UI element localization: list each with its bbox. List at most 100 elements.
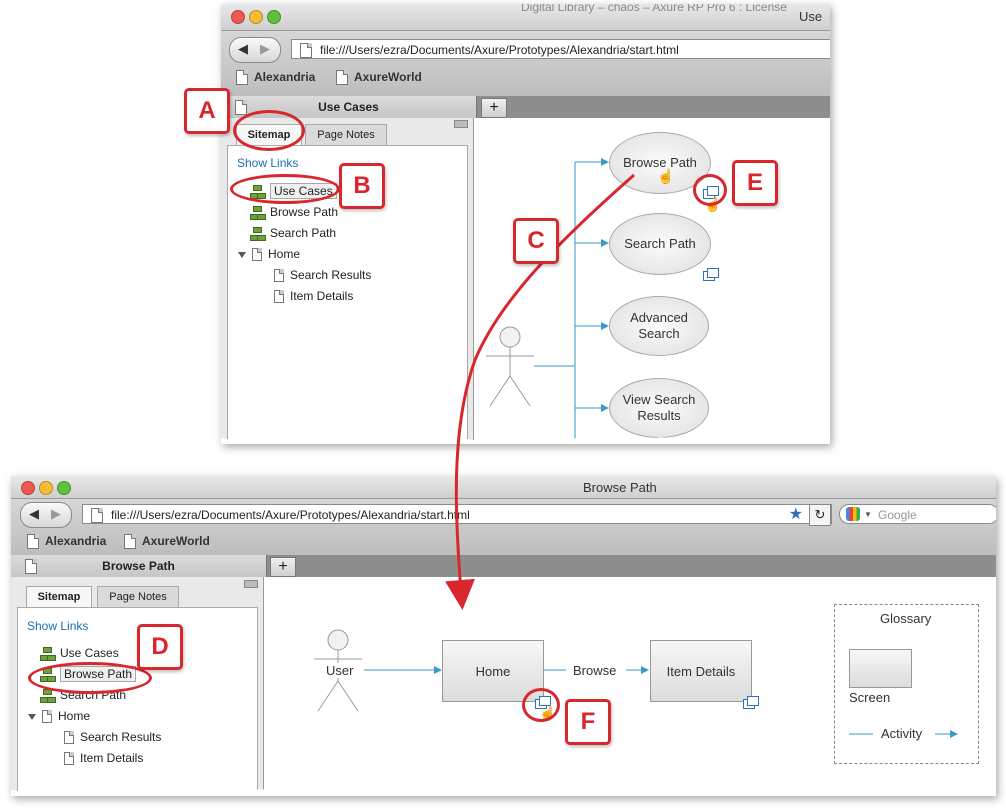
highlight-ring-browse-path-icon [693, 174, 727, 206]
sitemap-item-label: Home [268, 247, 301, 261]
tab-label: Use Cases [318, 100, 379, 114]
tab-page-notes[interactable]: Page Notes [305, 124, 387, 145]
open-in-new-window-icon[interactable] [703, 268, 719, 281]
sitemap-item-item-details[interactable]: Item Details [274, 289, 353, 304]
sitemap-item-search-results[interactable]: Search Results [64, 730, 162, 745]
bookmark-label: AxureWorld [354, 70, 422, 84]
bookmark-page-icon [336, 70, 348, 86]
flow-page-icon [250, 205, 266, 220]
back-forward-buttons[interactable]: ◀ ▶ [229, 37, 281, 63]
page-icon [91, 508, 103, 523]
tab-sitemap[interactable]: Sitemap [26, 586, 92, 607]
sitemap-item-search-results[interactable]: Search Results [274, 268, 371, 283]
hand-cursor-icon: ☝ [657, 168, 675, 184]
flow-page-icon [40, 688, 56, 703]
panel-collapse-handle[interactable] [454, 120, 468, 128]
window-title-fragment: Digital Library – chaos – Axure RP Pro 6… [521, 4, 787, 14]
minimize-window-button[interactable] [249, 10, 263, 24]
tab-browse-path[interactable]: Browse Path [11, 555, 267, 577]
panel-collapse-handle[interactable] [244, 580, 258, 588]
torn-edge [221, 434, 830, 444]
highlight-ring-use-cases [230, 174, 340, 204]
forward-arrow-icon[interactable]: ▶ [51, 506, 61, 522]
back-arrow-icon[interactable]: ◀ [238, 41, 248, 57]
google-g-icon [846, 507, 860, 521]
back-arrow-icon[interactable]: ◀ [29, 506, 39, 522]
search-field[interactable]: ▼ Google [839, 504, 996, 524]
page-icon [274, 269, 284, 283]
bookmark-alexandria[interactable]: Alexandria [27, 534, 106, 550]
sitemap-item-label: Search Results [80, 730, 162, 744]
expand-triangle-icon[interactable] [238, 251, 246, 258]
tab-strip: Use Cases + [221, 96, 830, 118]
page-diagram-canvas: User Home Browse Item Details ☝ Glossary… [264, 577, 996, 796]
sitemap-item-item-details[interactable]: Item Details [64, 751, 144, 766]
zoom-window-button[interactable] [57, 481, 71, 495]
actor-user-label: User [326, 663, 354, 678]
back-forward-buttons[interactable]: ◀ ▶ [20, 502, 72, 528]
sitemap-item-home[interactable]: Home [28, 709, 91, 724]
sitemap-item-home[interactable]: Home [238, 247, 301, 262]
sitemap-item-label: Home [58, 709, 91, 723]
search-dropdown-icon[interactable]: ▼ [864, 505, 872, 523]
browser-toolbar: ◀ ▶ file:///Users/ezra/Documents/Axure/P… [11, 499, 996, 555]
expand-triangle-icon[interactable] [28, 713, 36, 720]
bookmark-alexandria[interactable]: Alexandria [236, 70, 316, 86]
sitemap-item-label: Item Details [80, 751, 144, 765]
forward-arrow-icon[interactable]: ▶ [260, 41, 270, 57]
sitemap-item-label: Use Cases [60, 646, 119, 660]
page-icon [64, 731, 74, 745]
close-window-button[interactable] [231, 10, 245, 24]
tab-page-notes[interactable]: Page Notes [97, 586, 179, 607]
sitemap-item-browse-path[interactable]: Browse Path [250, 205, 338, 220]
url-text: file:///Users/ezra/Documents/Axure/Proto… [111, 508, 470, 522]
bookmark-page-icon [124, 534, 136, 550]
callout-f: F [565, 699, 611, 745]
bookmark-label: Alexandria [254, 70, 316, 84]
use-case-view-search-results[interactable]: View Search Results [609, 378, 709, 438]
callout-c: C [513, 218, 559, 264]
window-title: Use [799, 9, 823, 24]
open-in-new-window-icon[interactable] [743, 696, 759, 709]
highlight-ring-sitemap-tab [233, 110, 305, 151]
glossary-title: Glossary [880, 611, 932, 626]
bookmark-star-icon[interactable]: ★ [789, 505, 803, 523]
address-bar[interactable]: file:///Users/ezra/Documents/Axure/Proto… [82, 504, 832, 524]
page-icon [252, 248, 262, 262]
callout-b: B [339, 163, 385, 209]
minimize-window-button[interactable] [39, 481, 53, 495]
use-case-advanced-search[interactable]: Advanced Search [609, 296, 709, 356]
bookmark-axureworld[interactable]: AxureWorld [336, 70, 422, 86]
show-links-link[interactable]: Show Links [27, 619, 88, 633]
window-controls [21, 481, 75, 498]
bookmark-label: AxureWorld [142, 534, 210, 548]
bookmark-axureworld[interactable]: AxureWorld [124, 534, 210, 550]
glossary-screen-label: Screen [849, 690, 891, 705]
screen-item-details[interactable]: Item Details [650, 640, 752, 702]
torn-edge [11, 786, 996, 796]
sitemap-item-search-path[interactable]: Search Path [250, 226, 336, 241]
search-placeholder: Google [878, 508, 917, 522]
window-controls [231, 10, 285, 27]
highlight-ring-browse-path [28, 662, 152, 694]
flow-page-icon [250, 226, 266, 241]
address-bar[interactable]: file:///Users/ezra/Documents/Axure/Proto… [291, 39, 830, 59]
new-tab-button[interactable]: + [481, 98, 507, 118]
page-icon [300, 43, 312, 58]
glossary-legend: Glossary Screen Activity [834, 604, 979, 764]
callout-e: E [732, 160, 778, 206]
show-links-link[interactable]: Show Links [237, 156, 298, 170]
tab-strip: Browse Path + [11, 555, 996, 577]
zoom-window-button[interactable] [267, 10, 281, 24]
new-tab-button[interactable]: + [270, 557, 296, 577]
use-case-search-path[interactable]: Search Path [609, 213, 711, 275]
window-title: Browse Path [583, 480, 657, 495]
title-bar: Browse Path [11, 476, 996, 499]
sitemap-item-use-cases[interactable]: Use Cases [40, 646, 119, 661]
glossary-activity-label: Activity [881, 726, 923, 741]
close-window-button[interactable] [21, 481, 35, 495]
page-icon [274, 290, 284, 304]
callout-a: A [184, 88, 230, 134]
reload-button[interactable]: ↻ [809, 504, 831, 526]
tab-page-icon [25, 559, 37, 574]
